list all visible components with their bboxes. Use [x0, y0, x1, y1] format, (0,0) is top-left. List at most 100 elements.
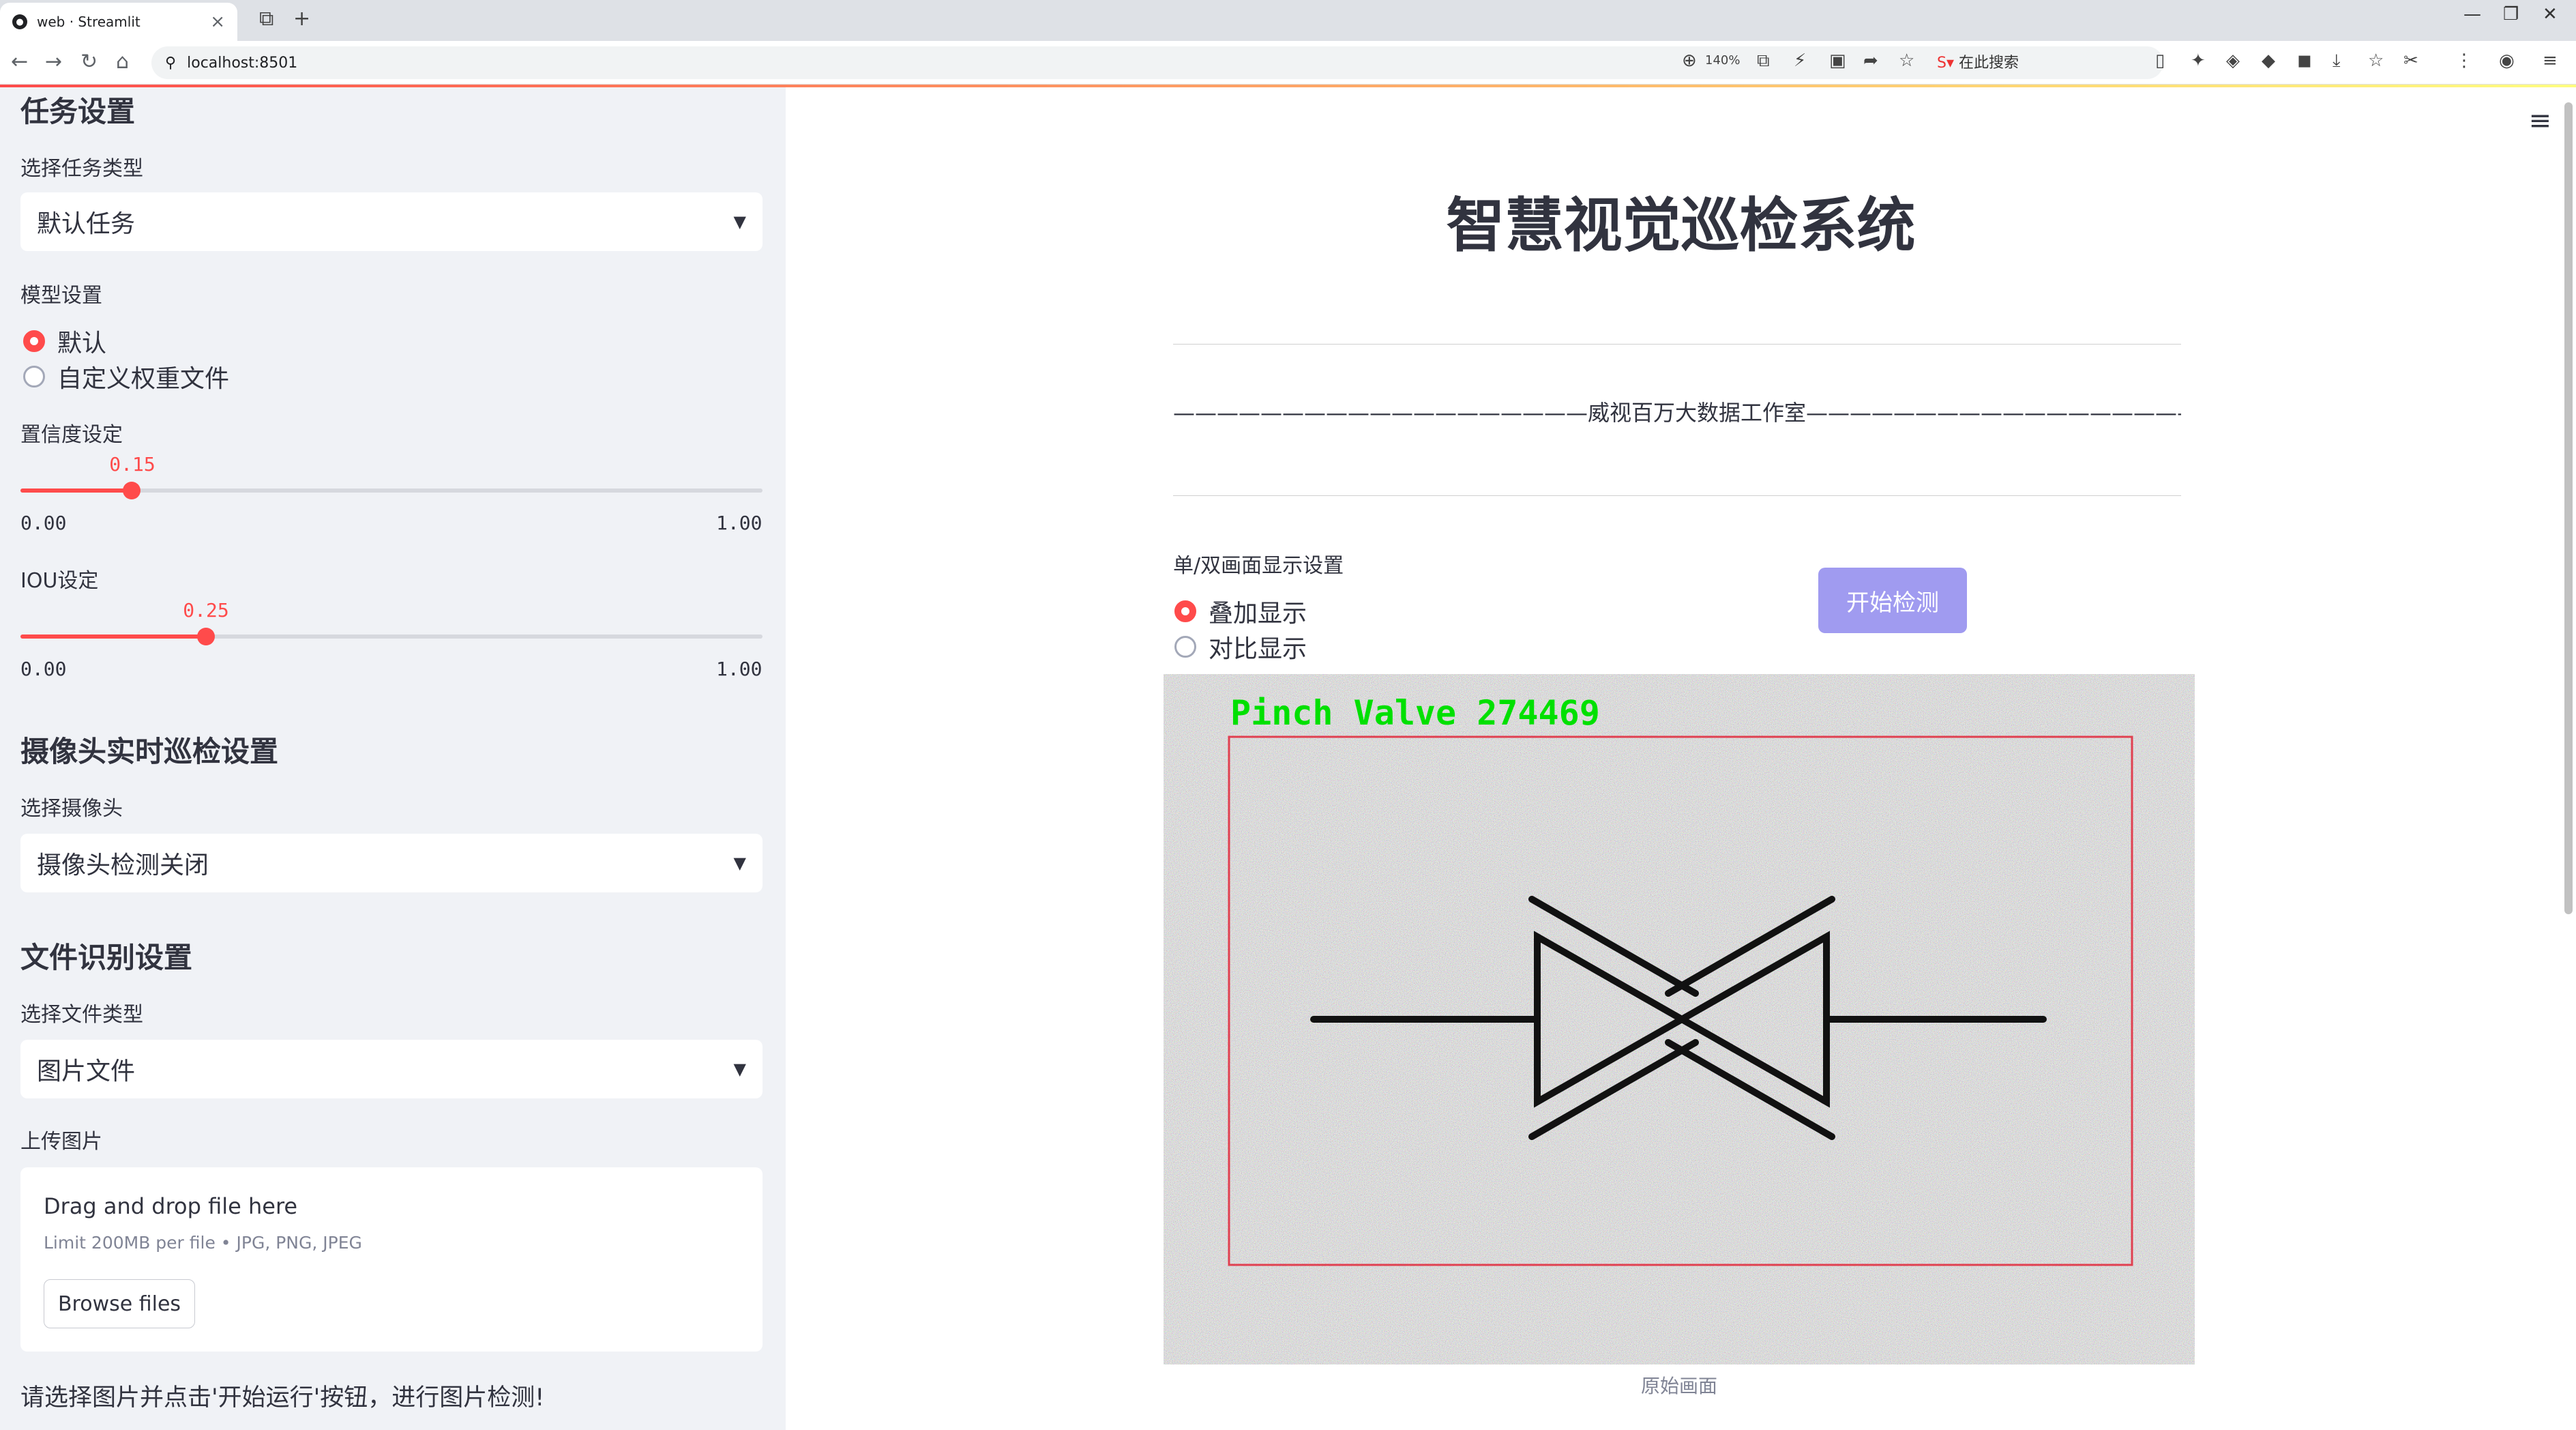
- screenshot-icon[interactable]: ▣: [1829, 50, 1846, 71]
- tab-groups-icon[interactable]: ⧉: [259, 7, 273, 31]
- radio-label: 对比显示: [1209, 635, 1307, 663]
- url-text: localhost:8501: [187, 54, 298, 72]
- share-icon[interactable]: ➦: [1863, 50, 1878, 71]
- detection-image: Pinch Valve 274469: [1164, 674, 2195, 1365]
- task-type-label: 选择任务类型: [20, 157, 143, 181]
- file-uploader-dropzone[interactable]: Drag and drop file here Limit 200MB per …: [20, 1167, 763, 1352]
- search-box-label: 在此搜索: [1959, 55, 2019, 72]
- radio-selected-icon: [1174, 600, 1196, 622]
- extension-icon[interactable]: ◆: [2262, 50, 2275, 71]
- confidence-label: 置信度设定: [20, 423, 123, 447]
- favorite-icon[interactable]: ☆: [1899, 50, 1914, 71]
- display-radio-compare[interactable]: 对比显示: [1174, 629, 1307, 665]
- start-detection-button[interactable]: 开始检测: [1818, 568, 1967, 633]
- browser-search-box[interactable]: S▾ 在此搜索: [1937, 50, 2019, 72]
- studio-line: ———————————————————威视百万大数据工作室———————————…: [1173, 400, 2181, 426]
- radio-unselected-icon: [23, 366, 45, 388]
- camera-settings-header: 摄像头实时巡检设置: [20, 735, 279, 768]
- task-type-select[interactable]: 默认任务 ▼: [20, 192, 763, 251]
- close-window-icon[interactable]: ✕: [2543, 4, 2558, 25]
- iou-min: 0.00: [20, 658, 67, 680]
- browser-toolbar: ← → ↻ ⌂ ⚲ localhost:8501 ⊕ 140% ⧉ ⚡ ▣ ➦ …: [0, 41, 2576, 85]
- file-type-select[interactable]: 图片文件 ▼: [20, 1040, 763, 1098]
- close-tab-icon[interactable]: ×: [210, 12, 225, 32]
- lightning-icon[interactable]: ⚡: [1794, 50, 1806, 71]
- file-settings-header: 文件识别设置: [20, 941, 193, 974]
- camera-label: 选择摄像头: [20, 797, 123, 821]
- bookmark-icon[interactable]: ☆: [2368, 50, 2384, 71]
- back-icon[interactable]: ←: [11, 50, 28, 74]
- forward-icon[interactable]: →: [45, 50, 62, 74]
- radio-label: 默认: [57, 330, 107, 358]
- chevron-down-icon: ▼: [733, 1060, 746, 1079]
- accent-bar: [0, 85, 2576, 87]
- divider: [1173, 344, 2181, 345]
- browse-files-button[interactable]: Browse files: [44, 1279, 195, 1328]
- extension-icon[interactable]: ◼: [2297, 50, 2312, 71]
- slider-thumb[interactable]: [197, 628, 215, 645]
- file-type-label: 选择文件类型: [20, 1003, 143, 1027]
- phone-icon[interactable]: ▯: [2155, 50, 2165, 71]
- avatar[interactable]: ◉: [2499, 50, 2515, 71]
- chevron-down-icon: ▼: [733, 212, 746, 231]
- file-type-value: 图片文件: [37, 1057, 136, 1085]
- upload-label: 上传图片: [20, 1130, 102, 1154]
- hamburger-menu-icon[interactable]: ≡: [2528, 105, 2551, 136]
- search-icon: ⚲: [165, 54, 177, 72]
- new-tab-icon[interactable]: +: [293, 7, 310, 31]
- home-icon[interactable]: ⌂: [116, 50, 129, 74]
- zoom-icon[interactable]: ⊕: [1682, 50, 1697, 71]
- restore-icon[interactable]: ❐: [2503, 4, 2519, 25]
- tab-title: web · Streamlit: [37, 14, 140, 30]
- confidence-value: 0.15: [109, 453, 156, 476]
- sidebar-note: 请选择图片并点击'开始运行'按钮，进行图片检测!: [20, 1384, 545, 1412]
- minimize-icon[interactable]: —: [2463, 4, 2481, 25]
- page-title: 智慧视觉巡检系统: [1446, 192, 1916, 260]
- extension-icon[interactable]: ✦: [2191, 50, 2206, 71]
- slider-fill: [20, 488, 132, 493]
- model-radio-custom[interactable]: 自定义权重文件: [23, 359, 229, 394]
- reload-icon[interactable]: ↻: [80, 50, 98, 74]
- model-radio-default[interactable]: 默认: [23, 323, 106, 359]
- iou-max: 1.00: [716, 658, 763, 680]
- display-radio-overlay[interactable]: 叠加显示: [1174, 594, 1307, 629]
- iou-label: IOU设定: [20, 569, 99, 593]
- extension-icon[interactable]: ◈: [2226, 50, 2240, 71]
- confidence-min: 0.00: [20, 512, 67, 534]
- radio-unselected-icon: [1174, 636, 1196, 658]
- slider-fill: [20, 634, 206, 639]
- address-field[interactable]: ⚲ localhost:8501: [151, 46, 2163, 79]
- divider: [1173, 495, 2181, 496]
- more-icon[interactable]: ⋮: [2455, 50, 2473, 71]
- model-settings-label: 模型设置: [20, 284, 102, 308]
- iou-value: 0.25: [183, 599, 229, 622]
- chevron-down-icon: ▼: [733, 853, 746, 873]
- streamlit-favicon-icon: ●: [12, 14, 27, 29]
- radio-label: 自定义权重文件: [57, 365, 230, 393]
- image-caption: 原始画面: [1640, 1375, 1717, 1397]
- task-type-value: 默认任务: [37, 210, 136, 238]
- radio-label: 叠加显示: [1209, 600, 1307, 628]
- upload-limit: Limit 200MB per file • JPG, PNG, JPEG: [44, 1233, 362, 1253]
- slider-thumb[interactable]: [123, 482, 140, 499]
- translate-icon[interactable]: ⧉: [1757, 50, 1770, 72]
- camera-value: 摄像头检测关闭: [37, 851, 209, 879]
- search-engine-icon: S▾: [1937, 55, 1955, 72]
- browser-tab[interactable]: ● web · Streamlit ×: [0, 3, 237, 41]
- browser-tabbar: ● web · Streamlit × ⧉ + — ❐ ✕: [0, 0, 2576, 41]
- iou-slider[interactable]: [20, 628, 763, 645]
- detection-image-svg: Pinch Valve 274469: [1164, 674, 2195, 1365]
- display-mode-label: 单/双画面显示设置: [1173, 554, 1344, 578]
- task-settings-header: 任务设置: [20, 95, 136, 128]
- scrollbar[interactable]: [2564, 102, 2573, 914]
- zoom-level: 140%: [1705, 53, 1741, 68]
- confidence-slider[interactable]: [20, 482, 763, 499]
- menu-icon[interactable]: ≡: [2543, 50, 2558, 71]
- radio-selected-icon: [23, 330, 45, 352]
- confidence-max: 1.00: [716, 512, 763, 534]
- download-icon[interactable]: ⤓: [2333, 50, 2341, 72]
- camera-select[interactable]: 摄像头检测关闭 ▼: [20, 834, 763, 892]
- scissors-icon[interactable]: ✂: [2403, 50, 2418, 71]
- detection-label: Pinch Valve 274469: [1230, 693, 1600, 733]
- upload-title: Drag and drop file here: [44, 1193, 298, 1219]
